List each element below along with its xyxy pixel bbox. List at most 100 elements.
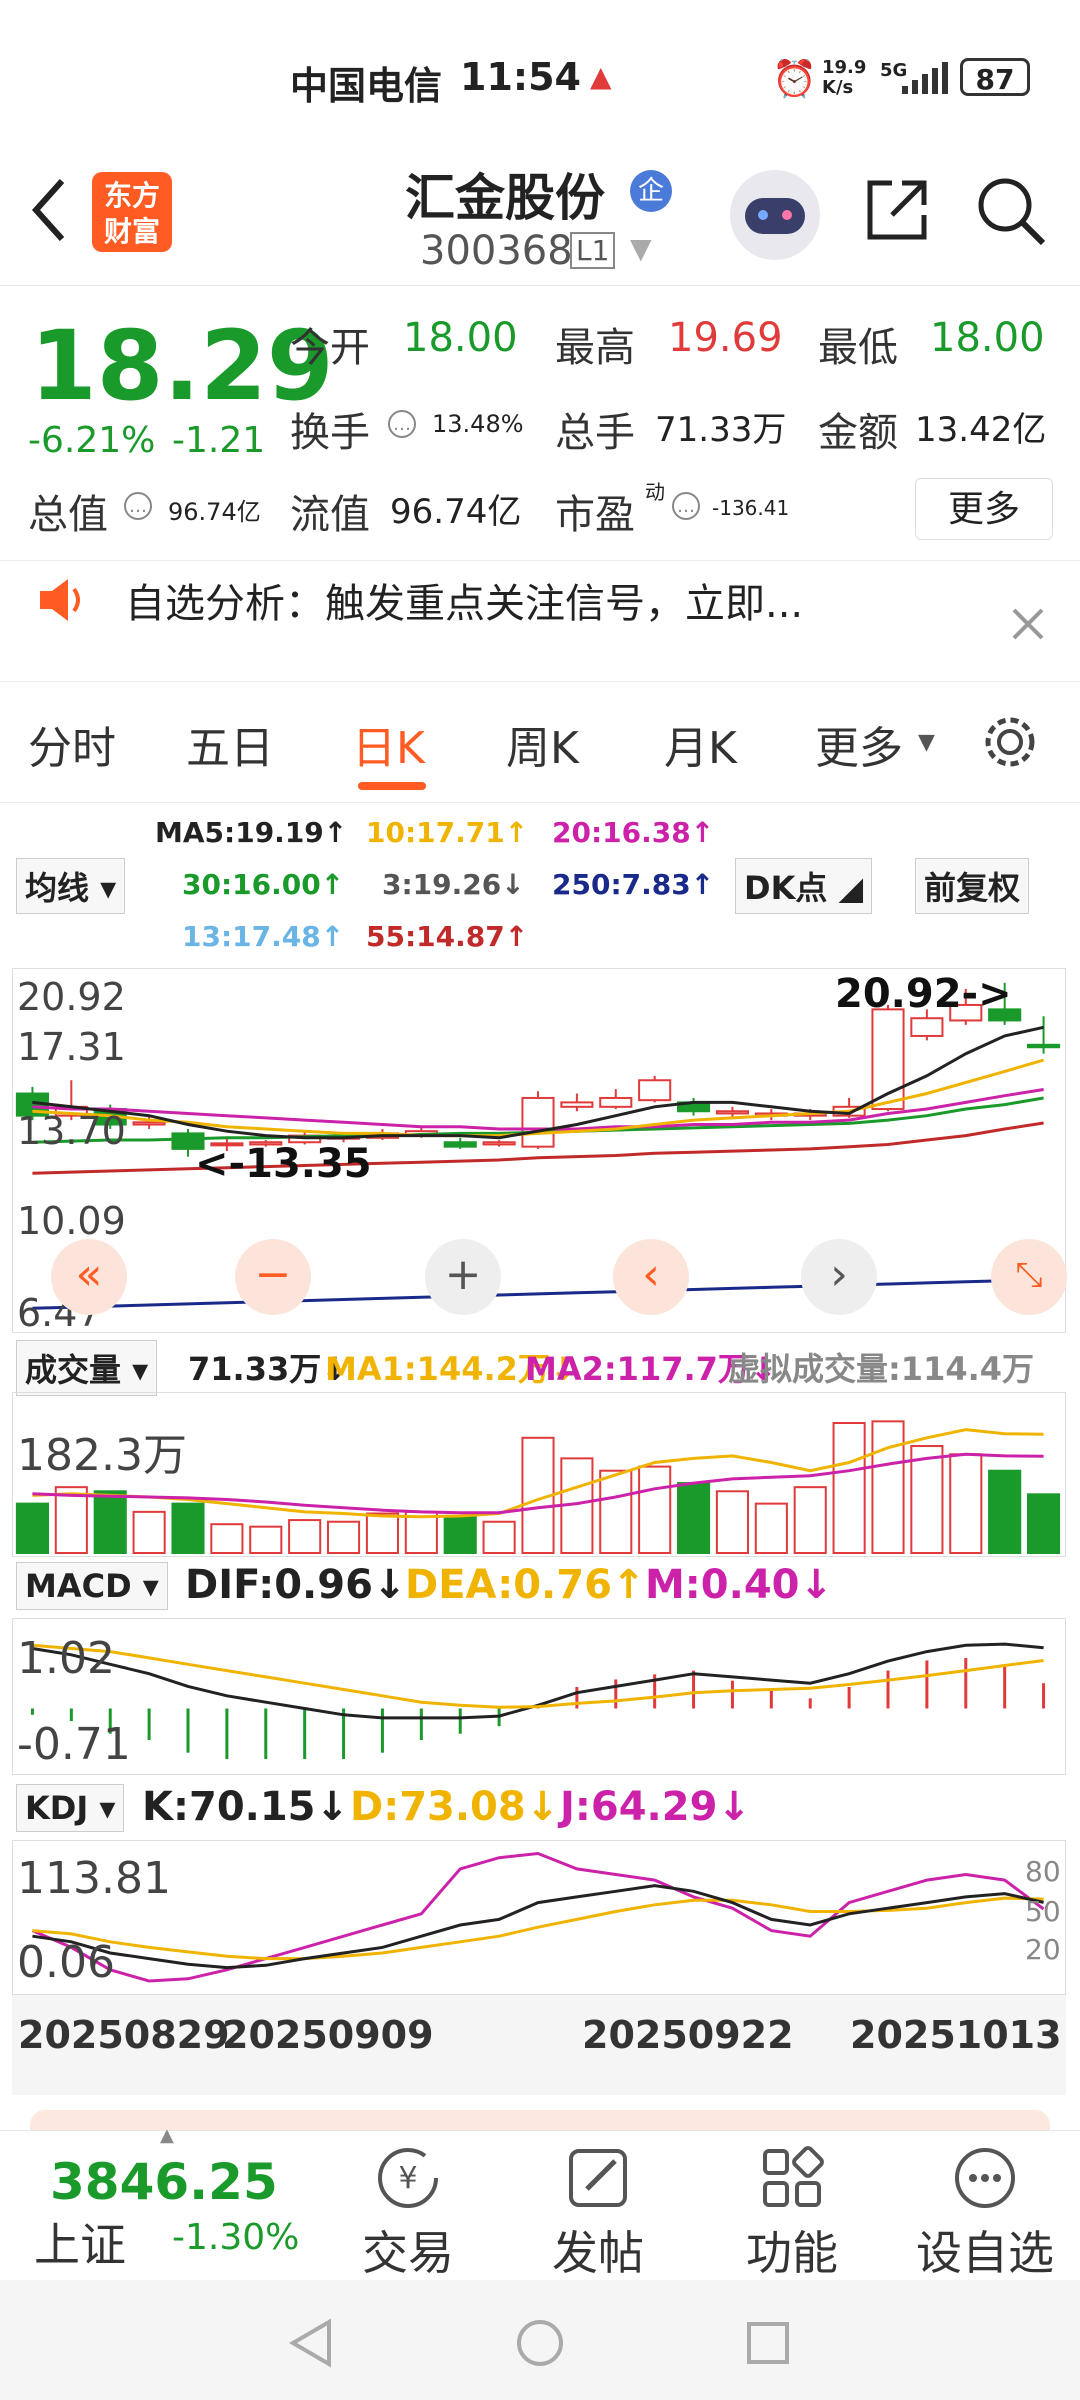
- more-quote-button[interactable]: 更多: [915, 478, 1053, 540]
- volume-bar: [638, 1465, 672, 1554]
- change-pct: -6.21%: [28, 420, 156, 461]
- status-bar: 中国电信 11:54 ▲ ⏰ 19.9 K/s 5G 87: [0, 0, 1080, 150]
- fullscreen-button[interactable]: ⤡: [991, 1239, 1067, 1315]
- nav-back-icon[interactable]: [285, 2318, 335, 2368]
- scroll-left-button[interactable]: ‹: [613, 1239, 689, 1315]
- d-legend: D:73.08↓: [350, 1784, 560, 1830]
- pe-info-icon[interactable]: …: [672, 492, 700, 520]
- tab-more[interactable]: 更多: [815, 712, 903, 776]
- add-watchlist-button[interactable]: 设自选: [905, 2143, 1065, 2283]
- volume-bar: [715, 1490, 750, 1554]
- tab-daily-k[interactable]: 日K: [352, 712, 425, 776]
- stock-code: 300368: [420, 228, 573, 274]
- notice-text: 自选分析：触发重点关注信号，立即...: [125, 581, 804, 627]
- zoom-out-button[interactable]: −: [235, 1239, 311, 1315]
- settings-gear-icon[interactable]: [980, 712, 1040, 772]
- stock-name: 汇金股份: [405, 169, 605, 227]
- float-cap-value: 96.74亿: [390, 492, 522, 532]
- turnover-info-icon[interactable]: …: [388, 410, 416, 438]
- kdj-panel[interactable]: 113.81 0.06 80 50 20: [12, 1840, 1066, 1995]
- ma-dropdown[interactable]: 均线 ▾: [16, 858, 126, 914]
- ma3-legend: 3:19.26↓: [382, 868, 525, 901]
- trade-button[interactable]: ¥ 交易: [328, 2143, 488, 2283]
- kline-axis-3: 13.70: [17, 1109, 126, 1153]
- more-dots-icon: [955, 2148, 1015, 2208]
- volume-bar: [793, 1486, 827, 1554]
- scroll-start-button[interactable]: «: [51, 1239, 127, 1315]
- volume-bar: [988, 1469, 1022, 1554]
- volume-bar: [132, 1510, 166, 1554]
- kline-axis-1: 20.92: [17, 975, 126, 1019]
- kdj-axis-bottom: 0.06: [17, 1937, 115, 1988]
- notice-banner[interactable]: 自选分析：触发重点关注信号，立即...: [0, 560, 1080, 682]
- candle-body: [599, 1096, 633, 1108]
- tab-weekly-k[interactable]: 周K: [506, 712, 579, 776]
- tab-monthly-k[interactable]: 月K: [664, 712, 737, 776]
- tab-intraday[interactable]: 分时: [28, 712, 116, 776]
- scroll-right-button[interactable]: ›: [801, 1239, 877, 1315]
- adjust-price-button[interactable]: 前复权: [915, 858, 1030, 914]
- zoom-in-button[interactable]: +: [425, 1239, 501, 1315]
- volume-bar: [93, 1490, 127, 1554]
- kline-panel[interactable]: 20.92 17.31 13.70 10.09 6.47 20.92-> <-1…: [12, 968, 1067, 1335]
- trade-icon: ¥: [378, 2148, 438, 2208]
- quote-panel: 18.29 -6.21% -1.21 今开 18.00 最高 19.69 最低 …: [0, 290, 1080, 560]
- dea-line: [32, 1643, 1044, 1709]
- kline-axis-4: 10.09: [17, 1199, 126, 1243]
- kline-axis-2: 17.31: [17, 1025, 126, 1069]
- edit-post-icon: [569, 2149, 627, 2207]
- volume-bar: [171, 1502, 205, 1554]
- volume-panel[interactable]: 182.3万: [12, 1392, 1066, 1557]
- macd-dropdown[interactable]: MACD ▾: [16, 1562, 168, 1610]
- candle-body: [638, 1079, 672, 1102]
- code-dropdown-icon[interactable]: ▼: [630, 232, 652, 265]
- index-value: 3846.25: [50, 2153, 278, 2211]
- svg-text:¥: ¥: [398, 2161, 417, 2196]
- market-cap-info-icon[interactable]: …: [124, 492, 152, 520]
- search-icon[interactable]: [975, 175, 1047, 247]
- functions-button[interactable]: 功能: [712, 2143, 872, 2283]
- index-name: 上证: [34, 2218, 126, 2272]
- index-ticker[interactable]: ▲ 3846.25 上证 -1.30%: [20, 2125, 320, 2273]
- volume-bar: [15, 1502, 49, 1554]
- ma250-line: [32, 1277, 1044, 1310]
- back-icon[interactable]: [28, 175, 68, 245]
- assistant-avatar[interactable]: [730, 170, 820, 260]
- stock-header: 东方 财富 汇金股份 企 300368 L1 ▼: [0, 150, 1080, 286]
- turnover-value: 13.48%: [432, 410, 524, 438]
- clock: 11:54: [460, 55, 581, 99]
- j-line: [31, 1851, 1045, 1983]
- app-logo: 东方 财富: [92, 172, 172, 252]
- macd-panel[interactable]: 1.02 -0.71: [12, 1618, 1066, 1775]
- more-dropdown-icon: ▼: [918, 730, 935, 755]
- kdj-axis-top: 113.81: [17, 1853, 171, 1904]
- carrier: 中国电信: [290, 64, 443, 108]
- volume-value: 71.33万: [655, 410, 787, 450]
- post-button[interactable]: 发帖: [518, 2143, 678, 2283]
- low-value: 18.00: [930, 315, 1045, 361]
- open-label: 今开: [290, 325, 370, 371]
- kline-chart: [15, 982, 1061, 1310]
- candle-body: [443, 1141, 477, 1148]
- high-annotation: 20.92->: [835, 971, 1012, 1017]
- alarm-icon: ⏰: [772, 59, 817, 100]
- open-value: 18.00: [403, 315, 518, 361]
- volume-dropdown[interactable]: 成交量 ▾: [16, 1340, 158, 1396]
- speaker-icon: [40, 579, 80, 621]
- volume-bar: [677, 1482, 711, 1554]
- candle-body: [521, 1096, 555, 1148]
- ma5-legend: MA5:19.19↑: [155, 816, 348, 849]
- volume-bar: [249, 1525, 283, 1554]
- nav-home-icon[interactable]: [515, 2318, 565, 2368]
- low-annotation: <-13.35: [195, 1141, 372, 1187]
- j-legend: J:64.29↓: [560, 1784, 751, 1830]
- tab-five-day[interactable]: 五日: [186, 712, 274, 776]
- share-icon[interactable]: [862, 175, 932, 245]
- dk-point-button[interactable]: DK点 ◢: [735, 858, 873, 914]
- volume-bar: [443, 1514, 477, 1554]
- ma20-legend: 20:16.38↑: [552, 816, 715, 849]
- kdj-dropdown[interactable]: KDJ ▾: [16, 1784, 125, 1832]
- close-icon[interactable]: [1010, 606, 1046, 642]
- nav-recents-icon[interactable]: [745, 2320, 791, 2366]
- active-tab-indicator: [358, 782, 426, 790]
